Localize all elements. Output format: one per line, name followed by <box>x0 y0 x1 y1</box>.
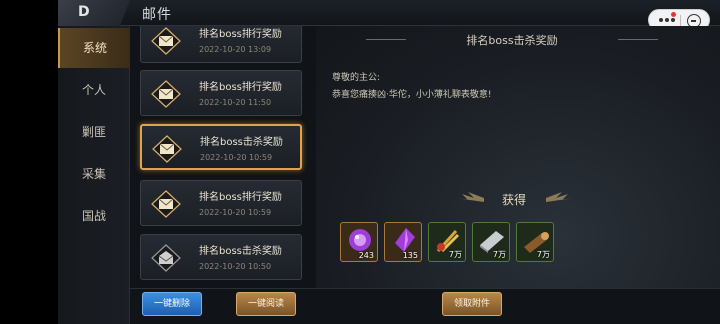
back-button[interactable]: D <box>58 0 130 26</box>
mail-detail-panel: 排名boss击杀奖励 尊敬的主公: 恭喜您痛揍凶·华佗，小小薄礼聊表敬意! 获得… <box>316 26 720 288</box>
reward-slot[interactable]: 135 <box>384 222 422 262</box>
mail-date: 2022-10-20 11:50 <box>199 98 272 107</box>
envelope-icon <box>151 80 181 108</box>
reward-title: 获得 <box>501 193 526 207</box>
mail-date: 2022-10-20 10:50 <box>199 262 272 271</box>
mail-item[interactable]: 排名boss排行奖励 2022-10-20 11:50 <box>140 70 302 116</box>
delete-all-button[interactable]: 一键删除 <box>142 292 202 316</box>
game-screen: D 邮件 系统 个人 剿匪 采集 国战 排名boss排行奖励 2022-10-2… <box>0 0 720 324</box>
action-bar: 一键删除 一键阅读 领取附件 <box>130 288 720 324</box>
reward-count: 243 <box>358 251 374 260</box>
envelope-icon <box>151 190 181 218</box>
reward-slot[interactable]: 7万 <box>472 222 510 262</box>
mail-body: 恭喜您痛揍凶·华佗，小小薄礼聊表敬意! <box>332 90 492 100</box>
reward-slot[interactable]: 7万 <box>516 222 554 262</box>
title-divider <box>618 39 658 40</box>
envelope-icon <box>151 27 181 55</box>
reward-count: 7万 <box>492 250 506 259</box>
title-divider <box>366 39 406 40</box>
mail-title: 排名boss排行奖励 <box>199 29 282 40</box>
mail-title: 排名boss击杀奖励 <box>199 246 282 257</box>
mail-date: 2022-10-20 13:09 <box>199 45 272 54</box>
claim-attachment-button[interactable]: 领取附件 <box>442 292 502 316</box>
mail-item[interactable]: 排名boss击杀奖励 2022-10-20 10:50 <box>140 234 302 280</box>
reward-slot[interactable]: 243 <box>340 222 378 262</box>
mail-title: 排名boss排行奖励 <box>199 82 282 93</box>
sidebar-item-war[interactable]: 国战 <box>58 196 130 236</box>
category-sidebar: 系统 个人 剿匪 采集 国战 <box>58 26 130 324</box>
sidebar-item-gather[interactable]: 采集 <box>58 154 130 194</box>
notification-dot-icon <box>671 12 676 17</box>
reward-count: 7万 <box>536 250 550 259</box>
reward-count: 7万 <box>448 250 462 259</box>
mail-title: 排名boss排行奖励 <box>199 192 282 203</box>
reward-header: 获得 <box>414 188 614 210</box>
mail-greeting: 尊敬的主公: <box>332 73 381 83</box>
envelope-icon <box>152 135 182 163</box>
back-logo-icon: D <box>78 4 90 20</box>
reward-slot[interactable]: 7万 <box>428 222 466 262</box>
mail-item-selected[interactable]: 排名boss击杀奖励 2022-10-20 10:59 <box>140 124 302 170</box>
mail-item[interactable]: 排名boss排行奖励 2022-10-20 13:09 <box>140 26 302 63</box>
mail-date: 2022-10-20 10:59 <box>199 208 272 217</box>
mail-item[interactable]: 排名boss排行奖励 2022-10-20 10:59 <box>140 180 302 226</box>
more-dots-icon[interactable] <box>659 18 675 24</box>
sidebar-item-system[interactable]: 系统 <box>58 28 130 68</box>
reward-count: 135 <box>402 251 418 260</box>
mail-detail-title: 排名boss击杀奖励 <box>466 34 558 47</box>
open-envelope-icon <box>151 244 181 272</box>
mail-title: 排名boss击杀奖励 <box>200 137 283 148</box>
wing-ornament-icon <box>546 192 574 202</box>
page-title: 邮件 <box>142 7 172 23</box>
read-all-button[interactable]: 一键阅读 <box>236 292 296 316</box>
mail-date: 2022-10-20 10:59 <box>200 153 273 162</box>
sidebar-item-personal[interactable]: 个人 <box>58 70 130 110</box>
left-letterbox <box>0 0 58 324</box>
mail-list[interactable]: 排名boss排行奖励 2022-10-20 13:09 排名boss排行奖励 2… <box>130 26 314 288</box>
sidebar-item-bandits[interactable]: 剿匪 <box>58 112 130 152</box>
